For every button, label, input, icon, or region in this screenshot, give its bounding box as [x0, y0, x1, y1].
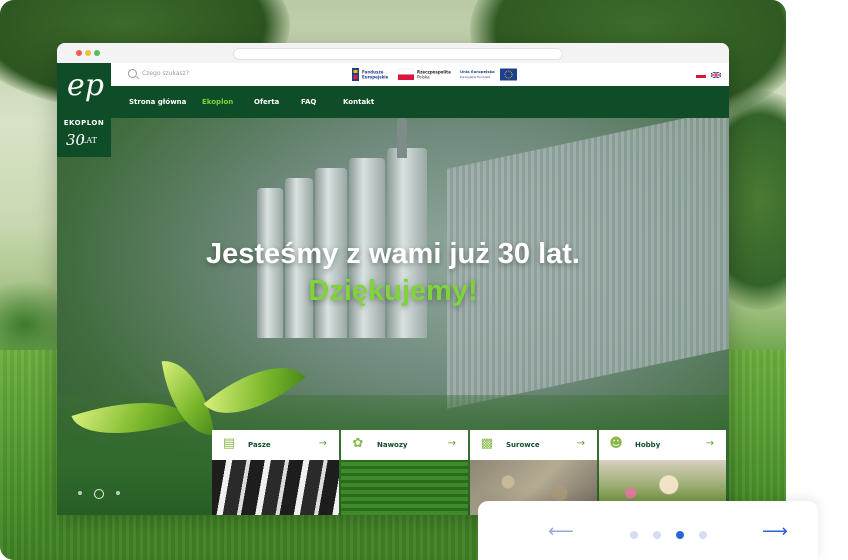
cows-image: [212, 460, 339, 515]
carousel-dot-1[interactable]: [630, 531, 638, 539]
rzeczpospolita-polska-logo: Rzeczpospolita Polska: [398, 68, 451, 80]
top-bar: Czego szukasz? Fundusze Europejskie Rzec…: [57, 63, 729, 86]
hero-banner: Jesteśmy z wami już 30 lat. Dziękujemy! …: [57, 118, 729, 515]
window-maximize-dot[interactable]: [94, 50, 100, 56]
brand-monogram: ep: [67, 68, 104, 103]
card-header: ▩ Surowce →: [470, 430, 597, 460]
silo-tower: [397, 118, 407, 158]
address-bar[interactable]: [233, 48, 563, 60]
rabbit-icon: ☻: [609, 436, 623, 451]
card-title: Surowce: [506, 441, 540, 449]
ue-line2: Europejskie Fundusze: [460, 75, 491, 79]
carousel-dot-3[interactable]: [676, 531, 684, 539]
language-pl-flag[interactable]: [696, 72, 706, 78]
nav-item-faq[interactable]: FAQ: [301, 98, 316, 106]
brand-name: EKOPLON: [63, 119, 105, 127]
card-header: ✿ Nawozy →: [341, 430, 468, 460]
hero-headline: Jesteśmy z wami już 30 lat.: [206, 238, 580, 270]
carousel-dot-4[interactable]: [699, 531, 707, 539]
arrow-right-icon[interactable]: →: [448, 438, 456, 449]
fundusze-europejskie-logo: Fundusze Europejskie: [352, 68, 389, 81]
main-navigation: Strona główna Ekoplon Oferta FAQ Kontakt: [57, 86, 729, 118]
window-close-dot[interactable]: [76, 50, 82, 56]
factory-icon: ▩: [480, 436, 494, 451]
hero-pager-dot[interactable]: [116, 491, 120, 495]
hero-subheadline: Dziękujemy!: [308, 275, 478, 307]
category-card-pasze[interactable]: ▤ Pasze →: [212, 430, 339, 515]
browser-chrome: [57, 43, 729, 63]
nav-item-kontakt[interactable]: Kontakt: [343, 98, 374, 106]
arrow-right-icon[interactable]: →: [706, 438, 714, 449]
anniversary-word: LAT: [81, 136, 97, 145]
carousel-dot-2[interactable]: [653, 531, 661, 539]
crop-field-image: [341, 460, 468, 515]
brand-logo[interactable]: ep EKOPLON 30 LAT: [57, 63, 111, 157]
window-minimize-dot[interactable]: [85, 50, 91, 56]
card-title: Pasze: [248, 441, 271, 449]
unia-europejska-logo: Unia Europejska Europejskie Fundusze: [460, 68, 517, 81]
arrow-right-icon[interactable]: →: [319, 438, 327, 449]
browser-window: Czego szukasz? Fundusze Europejskie Rzec…: [57, 43, 729, 515]
hero-pager-dot[interactable]: [78, 491, 82, 495]
ue-line1: Unia Europejska: [460, 69, 495, 74]
nav-item-oferta[interactable]: Oferta: [254, 98, 279, 106]
category-card-nawozy[interactable]: ✿ Nawozy →: [341, 430, 468, 515]
hero-pager-dot-active[interactable]: [94, 489, 104, 499]
feed-bag-icon: ▤: [222, 436, 236, 451]
arrow-left-icon[interactable]: ⟵: [548, 523, 574, 541]
fundusze-line2: Europejskie: [362, 75, 389, 80]
arrow-right-icon[interactable]: ⟶: [762, 523, 788, 541]
sprout-icon: ✿: [352, 436, 364, 451]
carousel-controls: ⟵ ⟶: [478, 501, 818, 560]
language-en-flag[interactable]: [711, 72, 721, 78]
card-title: Hobby: [635, 441, 661, 449]
nav-item-ekoplon[interactable]: Ekoplon: [202, 98, 233, 106]
arrow-right-icon[interactable]: →: [577, 438, 585, 449]
rp-line2: Polska: [417, 75, 430, 80]
card-header: ☻ Hobby →: [599, 430, 726, 460]
card-header: ▤ Pasze →: [212, 430, 339, 460]
nav-item-strona-glowna[interactable]: Strona główna: [129, 98, 186, 106]
card-title: Nawozy: [377, 441, 408, 449]
search-icon[interactable]: [128, 69, 137, 78]
search-input[interactable]: Czego szukasz?: [142, 70, 189, 77]
